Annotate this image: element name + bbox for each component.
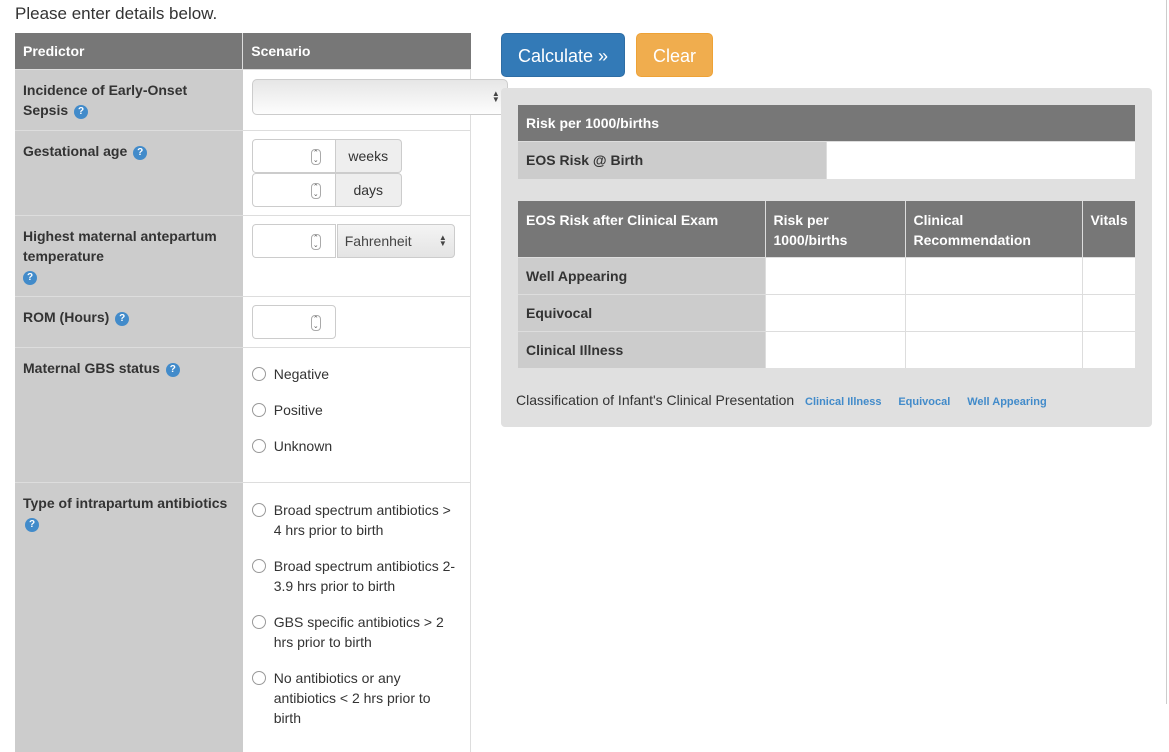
- table-row: Clinical Illness: [518, 330, 1135, 368]
- exam-vitals-cell: [1081, 330, 1135, 368]
- clear-button[interactable]: Clear: [636, 33, 713, 77]
- exam-recommendation-cell: [904, 293, 1082, 331]
- predictor-header: Predictor: [15, 33, 244, 69]
- days-input[interactable]: ⌃ ⌄: [251, 172, 336, 207]
- exam-header-recommendation: Clinical Recommendation: [904, 201, 1082, 257]
- radio-label: Positive: [273, 401, 323, 418]
- predictor-form-table: Predictor Scenario Incidence of Early-On…: [15, 33, 508, 752]
- gbs-option-unknown[interactable]: Unknown: [251, 436, 461, 456]
- spinner-icon[interactable]: ⌃ ⌄: [310, 148, 321, 165]
- gbs-label-cell: Maternal GBS status ?: [15, 346, 243, 482]
- exam-risk-cell: [764, 293, 905, 331]
- radio-button[interactable]: [251, 670, 266, 685]
- rom-label-cell: ROM (Hours) ?: [15, 295, 243, 347]
- help-icon[interactable]: ?: [23, 270, 37, 285]
- radio-label: Broad spectrum antibiotics 2-3.9 hrs pri…: [273, 557, 456, 594]
- incidence-label-cell: Incidence of Early-Onset Sepsis ?: [15, 68, 243, 130]
- help-icon[interactable]: ?: [133, 145, 148, 160]
- clinical-exam-table: EOS Risk after Clinical Exam Risk per 10…: [518, 201, 1135, 368]
- help-icon[interactable]: ?: [25, 517, 39, 532]
- gestational-age-label: Gestational age: [23, 142, 128, 159]
- radio-button[interactable]: [251, 402, 266, 417]
- weeks-group: ⌃ ⌄ weeks: [251, 138, 461, 173]
- antibiotics-option[interactable]: No antibiotics or any antibiotics < 2 hr…: [251, 668, 461, 728]
- exam-row-label: Equivocal: [518, 293, 765, 331]
- weeks-input[interactable]: ⌃ ⌄: [251, 138, 336, 173]
- exam-header-risk: Risk per 1000/births: [764, 201, 905, 257]
- calculate-button[interactable]: Calculate »: [501, 33, 625, 77]
- scenario-header: Scenario: [242, 33, 471, 69]
- help-icon[interactable]: ?: [115, 311, 130, 326]
- antibiotics-label: Type of intrapartum antibiotics: [23, 494, 228, 511]
- select-arrows-icon: ▲ ▼: [438, 232, 447, 248]
- exam-recommendation-cell: [904, 256, 1082, 294]
- exam-vitals-cell: [1081, 256, 1135, 294]
- days-group: ⌃ ⌄ days: [251, 172, 461, 207]
- page-scrollbar-edge: [1166, 0, 1167, 704]
- exam-recommendation-cell: [904, 330, 1082, 368]
- temperature-unit-selected: Fahrenheit: [344, 232, 412, 249]
- radio-label: GBS specific antibiotics > 2 hrs prior t…: [273, 613, 444, 650]
- radio-label: Negative: [273, 365, 330, 382]
- radio-button[interactable]: [251, 558, 266, 573]
- antibiotics-label-cell: Type of intrapartum antibiotics ?: [15, 481, 243, 752]
- radio-button[interactable]: [251, 614, 266, 629]
- antibiotics-option[interactable]: Broad spectrum antibiotics > 4 hrs prior…: [251, 500, 461, 540]
- gbs-label: Maternal GBS status: [23, 359, 160, 376]
- birth-risk-header: Risk per 1000/births: [518, 105, 1135, 142]
- exam-risk-cell: [764, 256, 905, 294]
- gbs-option-positive[interactable]: Positive: [251, 400, 461, 420]
- radio-button[interactable]: [251, 366, 266, 381]
- results-panel: Risk per 1000/births EOS Risk @ Birth EO…: [501, 88, 1152, 427]
- temperature-input[interactable]: ⌃ ⌄: [251, 223, 336, 258]
- exam-header-scenario: EOS Risk after Clinical Exam: [518, 201, 765, 257]
- incidence-label: Incidence of Early-Onset Sepsis: [23, 81, 188, 118]
- page-heading: Please enter details below.: [15, 4, 218, 23]
- exam-row-label: Well Appearing: [518, 256, 765, 294]
- temperature-unit-select[interactable]: Fahrenheit ▲ ▼: [336, 223, 455, 258]
- spinner-icon[interactable]: ⌃ ⌄: [310, 233, 321, 250]
- antibiotics-option[interactable]: GBS specific antibiotics > 2 hrs prior t…: [251, 612, 461, 652]
- gestational-age-label-cell: Gestational age ?: [15, 129, 243, 215]
- spinner-icon[interactable]: ⌃ ⌄: [310, 182, 321, 199]
- select-arrows-icon: ▲ ▼: [491, 88, 500, 104]
- link-equivocal[interactable]: Equivocal: [898, 396, 950, 408]
- radio-label: No antibiotics or any antibiotics < 2 hr…: [273, 669, 431, 726]
- radio-label: Unknown: [273, 437, 333, 454]
- radio-label: Broad spectrum antibiotics > 4 hrs prior…: [273, 501, 451, 538]
- rom-input[interactable]: ⌃ ⌄: [251, 304, 336, 339]
- weeks-addon: weeks: [335, 138, 402, 173]
- classification-legend: Classification of Infant's Clinical Pres…: [516, 392, 1047, 408]
- exam-row-label: Clinical Illness: [518, 330, 765, 368]
- rom-label: ROM (Hours): [23, 308, 110, 325]
- eos-risk-birth-value: [826, 141, 1135, 179]
- exam-header-vitals: Vitals: [1081, 201, 1135, 257]
- temperature-label-cell: Highest maternal antepartum temperature …: [15, 214, 243, 296]
- help-icon[interactable]: ?: [74, 104, 89, 119]
- table-row: Well Appearing: [518, 256, 1135, 294]
- temperature-label: Highest maternal antepartum temperature: [23, 227, 217, 264]
- radio-button[interactable]: [251, 502, 266, 517]
- radio-button[interactable]: [251, 438, 266, 453]
- exam-vitals-cell: [1081, 293, 1135, 331]
- days-addon: days: [335, 172, 402, 207]
- table-row: Equivocal: [518, 293, 1135, 331]
- birth-risk-table: Risk per 1000/births EOS Risk @ Birth: [518, 105, 1135, 179]
- help-icon[interactable]: ?: [165, 362, 180, 377]
- eos-risk-birth-label: EOS Risk @ Birth: [518, 141, 827, 179]
- link-well-appearing[interactable]: Well Appearing: [967, 396, 1046, 408]
- link-clinical-illness[interactable]: Clinical Illness: [805, 396, 881, 408]
- incidence-select[interactable]: ▲ ▼: [251, 78, 508, 115]
- classification-label: Classification of Infant's Clinical Pres…: [516, 392, 795, 408]
- spinner-icon[interactable]: ⌃ ⌄: [310, 314, 321, 331]
- antibiotics-option[interactable]: Broad spectrum antibiotics 2-3.9 hrs pri…: [251, 556, 461, 596]
- exam-risk-cell: [764, 330, 905, 368]
- gbs-option-negative[interactable]: Negative: [251, 364, 461, 384]
